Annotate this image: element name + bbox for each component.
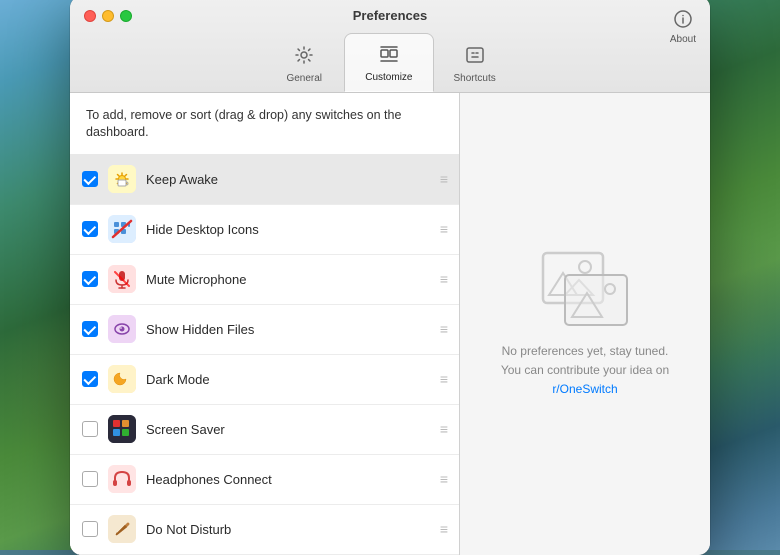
placeholder-art: [535, 248, 635, 328]
screen-saver-icon: [108, 415, 136, 443]
placeholder-text: No preferences yet, stay tuned. You can …: [480, 342, 690, 400]
checkbox-screen-saver[interactable]: [82, 421, 98, 437]
title-bar: Preferences General: [70, 0, 710, 93]
close-button[interactable]: [84, 10, 96, 22]
checkbox-keep-awake[interactable]: [82, 171, 98, 187]
drag-handle-show-hidden[interactable]: ≡: [440, 321, 447, 337]
shortcuts-icon: [461, 41, 489, 69]
about-button[interactable]: About: [670, 8, 696, 45]
dark-mode-icon: [108, 365, 136, 393]
switch-item-mute-microphone[interactable]: Mute Microphone ≡: [70, 255, 459, 305]
drag-handle-headphones[interactable]: ≡: [440, 471, 447, 487]
drag-handle-do-not-disturb[interactable]: ≡: [440, 521, 447, 537]
left-panel: To add, remove or sort (drag & drop) any…: [70, 93, 460, 555]
headphones-icon: [108, 465, 136, 493]
checkbox-mute-microphone[interactable]: [82, 271, 98, 287]
switch-name-keep-awake: Keep Awake: [146, 172, 430, 187]
switch-name-dark-mode: Dark Mode: [146, 372, 430, 387]
drag-handle-keep-awake[interactable]: ≡: [440, 171, 447, 187]
mute-mic-icon: [108, 265, 136, 293]
switch-item-do-not-disturb[interactable]: Do Not Disturb ≡: [70, 505, 459, 555]
placeholder-sub-text: You can contribute your idea on r/OneSwi…: [480, 361, 690, 399]
tab-shortcuts[interactable]: Shortcuts: [434, 35, 516, 92]
oneswitch-link[interactable]: r/OneSwitch: [552, 382, 617, 396]
drag-handle-screen-saver[interactable]: ≡: [440, 421, 447, 437]
switch-name-show-hidden: Show Hidden Files: [146, 322, 430, 337]
traffic-lights: [84, 10, 132, 22]
about-label: About: [670, 34, 696, 45]
drag-handle-hide-desktop[interactable]: ≡: [440, 221, 447, 237]
checkbox-dark-mode[interactable]: [82, 371, 98, 387]
drag-handle-mute-microphone[interactable]: ≡: [440, 271, 447, 287]
keep-awake-icon: [108, 165, 136, 193]
checkbox-headphones[interactable]: [82, 471, 98, 487]
shortcuts-label: Shortcuts: [454, 73, 496, 84]
switch-name-headphones: Headphones Connect: [146, 472, 430, 487]
minimize-button[interactable]: [102, 10, 114, 22]
drag-handle-dark-mode[interactable]: ≡: [440, 371, 447, 387]
customize-label: Customize: [365, 72, 412, 83]
show-hidden-icon: [108, 315, 136, 343]
checkbox-show-hidden[interactable]: [82, 321, 98, 337]
switch-name-do-not-disturb: Do Not Disturb: [146, 522, 430, 537]
maximize-button[interactable]: [120, 10, 132, 22]
right-panel: No preferences yet, stay tuned. You can …: [460, 93, 710, 555]
tab-customize[interactable]: Customize: [344, 33, 433, 92]
switch-item-screen-saver[interactable]: Screen Saver ≡: [70, 405, 459, 455]
window-title: Preferences: [353, 8, 427, 23]
instruction-text: To add, remove or sort (drag & drop) any…: [70, 93, 459, 155]
main-content: To add, remove or sort (drag & drop) any…: [70, 93, 710, 555]
switch-item-hide-desktop[interactable]: Hide Desktop Icons ≡: [70, 205, 459, 255]
switch-name-mute-microphone: Mute Microphone: [146, 272, 430, 287]
switch-item-headphones[interactable]: Headphones Connect ≡: [70, 455, 459, 505]
checkbox-hide-desktop[interactable]: [82, 221, 98, 237]
preferences-window: Preferences General: [70, 0, 710, 555]
switch-item-keep-awake[interactable]: Keep Awake ≡: [70, 155, 459, 205]
hide-desktop-icon: [108, 215, 136, 243]
customize-icon: [375, 40, 403, 68]
checkbox-do-not-disturb[interactable]: [82, 521, 98, 537]
placeholder-main-text: No preferences yet, stay tuned.: [480, 342, 690, 361]
do-not-disturb-icon: [108, 515, 136, 543]
switch-item-show-hidden[interactable]: Show Hidden Files ≡: [70, 305, 459, 355]
general-icon: [290, 41, 318, 69]
general-label: General: [286, 73, 322, 84]
switch-item-dark-mode[interactable]: Dark Mode ≡: [70, 355, 459, 405]
tab-general[interactable]: General: [264, 35, 344, 92]
switch-name-hide-desktop: Hide Desktop Icons: [146, 222, 430, 237]
toolbar: General Customize: [264, 33, 516, 92]
switch-list: Keep Awake ≡: [70, 155, 459, 555]
switch-name-screen-saver: Screen Saver: [146, 422, 430, 437]
